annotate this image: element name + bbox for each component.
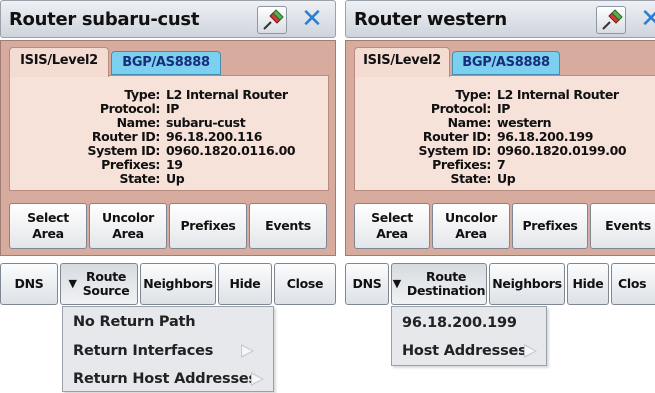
neighbors-button[interactable]: Neighbors: [489, 263, 565, 305]
route-source-button[interactable]: ▼ Route Source: [60, 263, 138, 305]
router-details: ISIS/Level2 BGP/AS8888 Type: L2 Internal…: [345, 40, 655, 256]
menu-item-no-return-path[interactable]: No Return Path: [63, 308, 196, 336]
triangle-down-icon: ▼: [68, 277, 77, 290]
close-icon[interactable]: ✕: [297, 5, 327, 35]
triangle-right-icon: [241, 344, 254, 358]
menu-item-destination-address[interactable]: 96.18.200.199: [392, 309, 517, 337]
prefixes-button[interactable]: Prefixes: [512, 203, 588, 249]
uncolor-area-button[interactable]: Uncolor Area: [432, 203, 510, 249]
title-bar: Router western ✕: [345, 0, 655, 38]
select-area-button[interactable]: Select Area: [9, 203, 87, 249]
prefixes-button[interactable]: Prefixes: [169, 203, 247, 249]
menu-item-return-interfaces[interactable]: Return Interfaces: [63, 337, 273, 365]
window-title: Router subaru-cust: [9, 9, 200, 30]
dns-button[interactable]: DNS: [345, 263, 389, 305]
menu-item-return-host-addresses[interactable]: Return Host Addresses: [63, 365, 273, 393]
close-button[interactable]: Clos: [611, 263, 655, 305]
dns-button[interactable]: DNS: [0, 263, 58, 305]
pin-button[interactable]: [596, 6, 626, 34]
events-button[interactable]: Events: [249, 203, 327, 249]
select-area-button[interactable]: Select Area: [354, 203, 430, 249]
pin-button[interactable]: [257, 6, 287, 34]
router-panel-subaru-cust: Router subaru-cust ✕ ISIS/Level2 BGP/AS8…: [0, 0, 336, 392]
pushpin-icon: [263, 9, 284, 30]
triangle-down-icon: ▼: [392, 277, 401, 290]
tab-bgp-as8888[interactable]: BGP/AS8888: [111, 51, 221, 75]
router-info-box: Type: L2 Internal Router Protocol: IP Na…: [354, 75, 655, 191]
router-panel-western: Router western ✕ ISIS/Level2 BGP/AS8888 …: [345, 0, 655, 392]
route-destination-menu: 96.18.200.199 Host Addresses: [391, 306, 547, 366]
title-bar: Router subaru-cust ✕: [0, 0, 336, 38]
triangle-right-icon: [251, 372, 264, 386]
tab-bgp-as8888[interactable]: BGP/AS8888: [452, 51, 560, 75]
route-destination-button[interactable]: ▼ Route Destination: [391, 263, 487, 305]
tab-isis-level2[interactable]: ISIS/Level2: [9, 47, 109, 77]
hide-button[interactable]: Hide: [218, 263, 272, 305]
pushpin-icon: [602, 9, 623, 30]
hide-button[interactable]: Hide: [567, 263, 609, 305]
neighbors-button[interactable]: Neighbors: [140, 263, 216, 305]
close-button[interactable]: Close: [274, 263, 336, 305]
route-source-menu: No Return Path Return Interfaces Return …: [62, 306, 274, 392]
events-button[interactable]: Events: [590, 203, 655, 249]
router-info-box: Type: L2 Internal Router Protocol: IP Na…: [9, 75, 329, 191]
uncolor-area-button[interactable]: Uncolor Area: [89, 203, 167, 249]
router-details: ISIS/Level2 BGP/AS8888 Type: L2 Internal…: [0, 40, 336, 256]
close-icon[interactable]: ✕: [636, 5, 655, 35]
menu-item-host-addresses[interactable]: Host Addresses: [392, 337, 546, 365]
window-title: Router western: [354, 9, 507, 30]
tab-isis-level2[interactable]: ISIS/Level2: [354, 47, 450, 77]
triangle-right-icon: [524, 344, 537, 358]
